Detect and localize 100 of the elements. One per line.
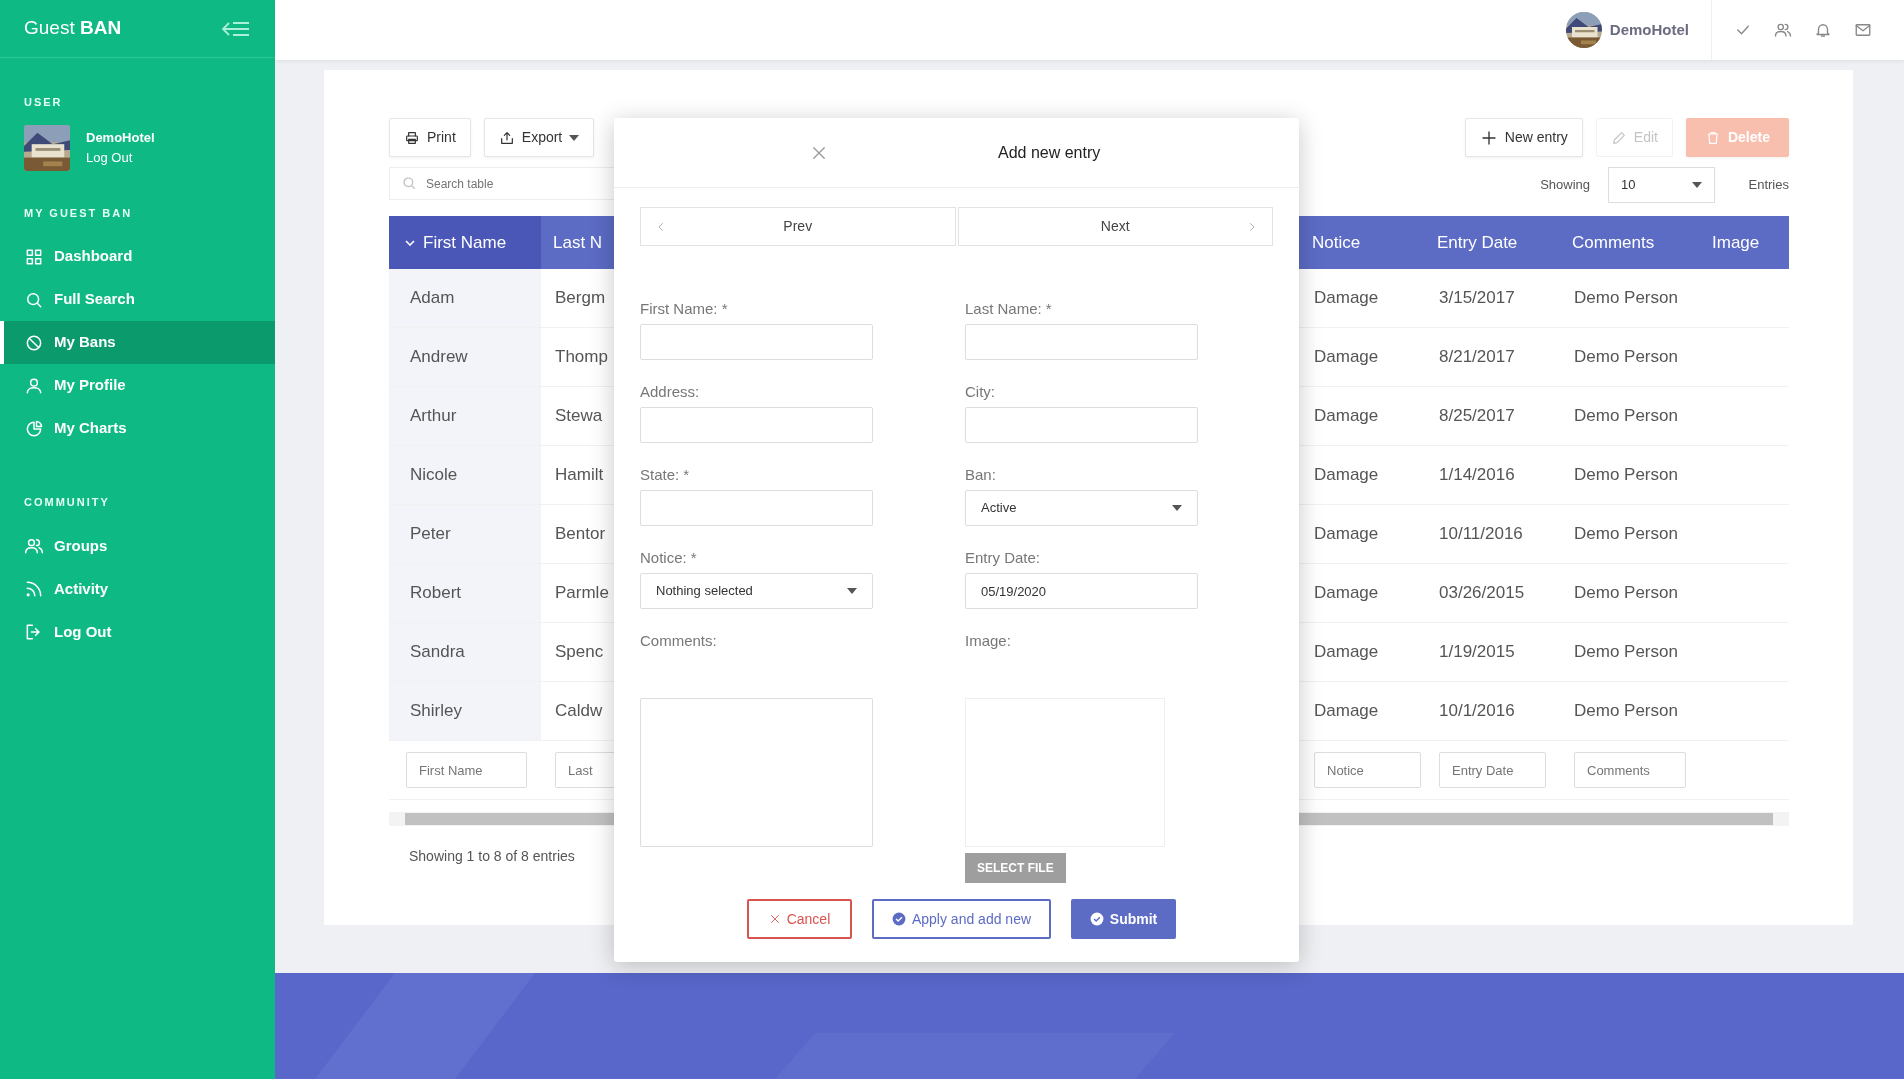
select-field[interactable]: Nothing selected xyxy=(640,573,873,609)
sidebar-item[interactable]: My Bans xyxy=(0,321,275,364)
sidebar-item[interactable]: Activity xyxy=(0,567,275,611)
input-field[interactable]: 05/19/2020 xyxy=(965,573,1198,609)
input-field[interactable] xyxy=(640,407,873,443)
table-cell-text: 1/19/2015 xyxy=(1439,641,1515,664)
input-field[interactable] xyxy=(965,324,1198,360)
mail-icon[interactable] xyxy=(1854,21,1872,39)
column-header[interactable]: First Name xyxy=(389,216,541,269)
plus-icon xyxy=(1479,128,1498,147)
table-cell-text: Peter xyxy=(410,523,451,546)
select-field[interactable]: Active xyxy=(965,490,1198,526)
sidebar-item[interactable]: Dashboard xyxy=(0,235,275,278)
new-entry-button[interactable]: New entry xyxy=(1464,118,1583,157)
search-icon xyxy=(401,175,417,191)
table-cell-text: Demo Person xyxy=(1574,287,1678,310)
field-label: Notice: * xyxy=(640,549,698,567)
table-cell-text: Demo Person xyxy=(1574,346,1678,369)
users-icon[interactable] xyxy=(1774,21,1792,39)
table-cell-text: Damage xyxy=(1314,582,1379,605)
table-cell-text: 8/21/2017 xyxy=(1439,346,1515,369)
column-header[interactable]: Entry Date xyxy=(1425,216,1560,269)
table-cell-text: Caldw xyxy=(555,700,603,723)
table-cell-text: Adam xyxy=(410,287,455,310)
sidebar-item[interactable]: Groups xyxy=(0,524,275,568)
table-cell-text: Andrew xyxy=(410,346,468,369)
field-label: City: xyxy=(965,383,996,401)
table-cell-text: Demo Person xyxy=(1574,405,1678,428)
table-cell-text: Arthur xyxy=(410,405,457,428)
sidebar-item[interactable]: My Profile xyxy=(0,364,275,407)
table-cell-text: Sandra xyxy=(410,641,465,664)
next-button[interactable]: Next xyxy=(957,207,1273,246)
table-cell-text: Demo Person xyxy=(1574,464,1678,487)
table-cell-text: 03/26/2015 xyxy=(1439,582,1525,605)
check-circle-icon xyxy=(1089,912,1104,926)
table-cell-text: Bergm xyxy=(555,287,606,310)
table-cell-text: Parmle xyxy=(555,582,609,605)
field-label: Address: xyxy=(640,383,701,401)
modal-title: Add new entry xyxy=(998,142,1101,163)
table-cell-text: Damage xyxy=(1314,464,1379,487)
rss-icon xyxy=(24,579,44,599)
select-file-button[interactable]: SELECT FILE xyxy=(965,853,1066,883)
input-field[interactable] xyxy=(640,324,873,360)
column-header[interactable]: Comments xyxy=(1560,216,1700,269)
prev-button[interactable]: Prev xyxy=(640,207,956,246)
field-label: Last Name: * xyxy=(965,300,1053,318)
table-cell-text: Shirley xyxy=(410,700,462,723)
table-cell-text: Stewa xyxy=(555,405,603,428)
section-heading: USER xyxy=(23,95,64,110)
upload-icon xyxy=(498,129,515,146)
field-label: First Name: * xyxy=(640,300,729,318)
apply-button[interactable]: Apply and add new xyxy=(871,899,1052,939)
comments-field[interactable] xyxy=(640,698,873,847)
submit-button[interactable]: Submit xyxy=(1071,899,1177,939)
table-cell-text: 1/14/2016 xyxy=(1439,464,1515,487)
section-heading: COMMUNITY xyxy=(23,495,111,510)
filter-field[interactable]: Entry Date xyxy=(1439,752,1546,788)
input-field[interactable] xyxy=(965,407,1198,443)
caret-icon xyxy=(1692,182,1702,188)
table-cell-text: Damage xyxy=(1314,523,1379,546)
section-heading: MY GUEST BAN xyxy=(23,205,134,221)
table-cell-text: Demo Person xyxy=(1574,700,1678,723)
sidebar-item[interactable]: My Charts xyxy=(0,407,275,450)
table-cell-text: 10/11/2016 xyxy=(1439,523,1523,546)
bell-icon[interactable] xyxy=(1814,21,1832,39)
column-header[interactable]: Notice xyxy=(1300,216,1425,269)
entries-label: Entries xyxy=(1747,176,1789,195)
showing-label: Showing xyxy=(1540,176,1590,195)
table-cell-text: Thomp xyxy=(555,346,608,369)
table-cell-text: 8/25/2017 xyxy=(1439,405,1515,428)
table-cell-text: Damage xyxy=(1314,287,1379,310)
table-cell-text: Damage xyxy=(1314,346,1379,369)
table-cell-text: Bentor xyxy=(555,523,606,546)
caret-icon xyxy=(847,588,857,594)
filter-field[interactable]: Comments xyxy=(1574,752,1686,788)
column-header[interactable]: Image xyxy=(1700,216,1789,269)
cancel-button[interactable]: Cancel xyxy=(746,899,852,939)
user-name: DemoHotel xyxy=(86,129,155,147)
filter-field[interactable]: Notice xyxy=(1314,752,1421,788)
check-circle-icon xyxy=(891,912,906,926)
table-cell-text: Demo Person xyxy=(1574,641,1678,664)
field-label: Comments: xyxy=(640,632,718,650)
input-field[interactable] xyxy=(640,490,873,526)
printer-icon xyxy=(404,129,420,146)
table-cell-text: Robert xyxy=(410,582,462,605)
print-button[interactable]: Print xyxy=(389,118,471,157)
table-cell-text: Demo Person xyxy=(1574,582,1678,605)
field-label: Image: xyxy=(965,632,1012,650)
table-cell-text: Hamilt xyxy=(555,464,604,487)
pie-chart-icon xyxy=(24,418,44,439)
filter-field[interactable]: First Name xyxy=(406,752,527,788)
logout-link[interactable]: Log Out xyxy=(86,147,155,167)
sidebar-item[interactable]: Log Out xyxy=(0,610,275,654)
sidebar-item[interactable]: Full Search xyxy=(0,278,275,321)
close-icon xyxy=(768,913,781,925)
field-label: Entry Date: xyxy=(965,549,1042,567)
export-button[interactable]: Export xyxy=(483,118,595,157)
pencil-icon xyxy=(1610,129,1627,146)
user-name[interactable]: DemoHotel xyxy=(1609,18,1689,42)
page-size-select[interactable]: 10 xyxy=(1608,167,1715,203)
